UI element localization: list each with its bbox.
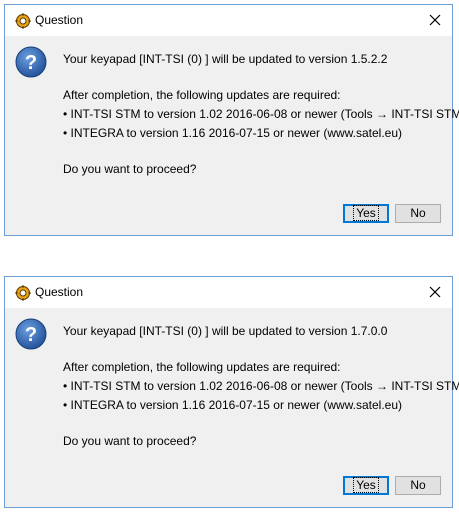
question-icon: ?: [15, 46, 47, 78]
message-line: After completion, the following updates …: [63, 88, 341, 102]
no-button-label: No: [410, 478, 426, 492]
title-bar: Question: [5, 277, 452, 308]
gear-icon: [15, 285, 31, 301]
svg-text:?: ?: [25, 324, 37, 346]
title-bar: Question: [5, 5, 452, 36]
question-icon: ?: [15, 318, 47, 350]
message-line: • INTEGRA to version 1.16 2016-07-15 or …: [63, 398, 403, 412]
message-line: Your keyapad [INT-TSI (0) ] will be upda…: [63, 324, 388, 338]
message-line: After completion, the following updates …: [63, 360, 341, 374]
yes-button-label: Yes: [353, 205, 379, 221]
close-button[interactable]: [418, 277, 452, 307]
close-icon: [429, 286, 441, 298]
question-dialog: Question ? Your keyapad [INT-TSI (0) ] w…: [4, 4, 459, 236]
close-icon: [429, 14, 441, 26]
message-line: Do you want to proceed?: [63, 162, 197, 176]
dialog-title: Question: [35, 13, 84, 27]
message-line: • INT-TSI STM to version 1.02 2016-06-08…: [63, 107, 459, 121]
message-line: Do you want to proceed?: [63, 434, 197, 448]
close-button[interactable]: [418, 5, 452, 35]
message-text: Your keyapad [INT-TSI (0) ] will be upda…: [63, 50, 459, 179]
yes-button-label: Yes: [353, 477, 379, 493]
question-dialog: Question ? Your keyapad [INT-TSI (0) ] w…: [4, 276, 459, 508]
message-line: Your keyapad [INT-TSI (0) ] will be upda…: [63, 52, 388, 66]
no-button[interactable]: No: [395, 204, 441, 223]
message-line: • INTEGRA to version 1.16 2016-07-15 or …: [63, 126, 403, 140]
yes-button[interactable]: Yes: [343, 204, 389, 223]
message-text: Your keyapad [INT-TSI (0) ] will be upda…: [63, 322, 459, 451]
message-line: • INT-TSI STM to version 1.02 2016-06-08…: [63, 379, 459, 393]
no-button[interactable]: No: [395, 476, 441, 495]
yes-button[interactable]: Yes: [343, 476, 389, 495]
no-button-label: No: [410, 206, 426, 220]
dialog-title: Question: [35, 285, 84, 299]
svg-text:?: ?: [25, 52, 37, 74]
gear-icon: [15, 13, 31, 29]
